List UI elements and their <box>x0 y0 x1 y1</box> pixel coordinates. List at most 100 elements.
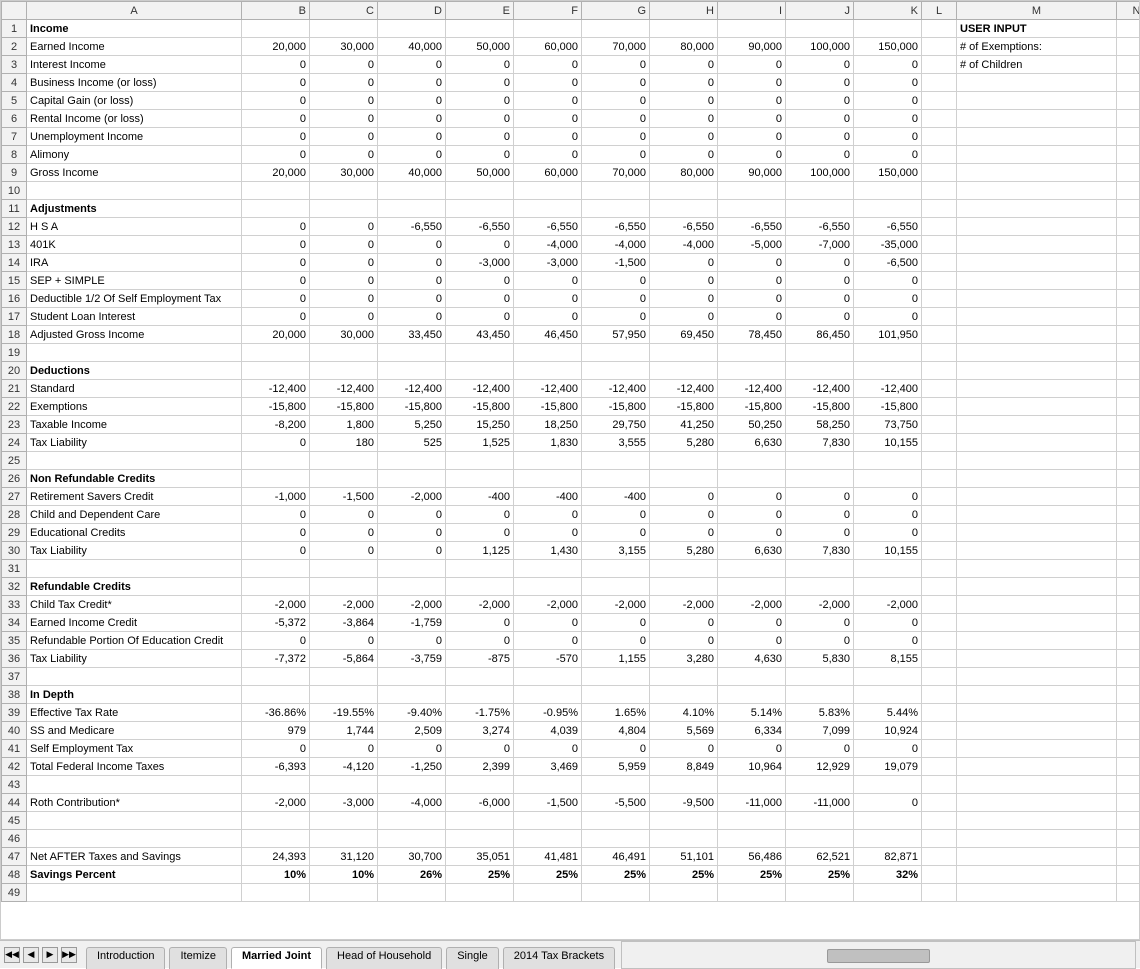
cell-34-e[interactable]: 0 <box>446 614 514 632</box>
cell-9-f[interactable]: 60,000 <box>514 164 582 182</box>
cell-9-e[interactable]: 50,000 <box>446 164 514 182</box>
cell-28-f[interactable]: 0 <box>514 506 582 524</box>
cell-23-c[interactable]: 1,800 <box>310 416 378 434</box>
cell-21-a[interactable]: Standard <box>27 380 242 398</box>
cell-25-e[interactable] <box>446 452 514 470</box>
cell-41-h[interactable]: 0 <box>650 740 718 758</box>
cell-33-j[interactable]: -2,000 <box>786 596 854 614</box>
cell-26-c[interactable] <box>310 470 378 488</box>
cell-38-h[interactable] <box>650 686 718 704</box>
cell-48-e[interactable]: 25% <box>446 866 514 884</box>
cell-29-h[interactable]: 0 <box>650 524 718 542</box>
cell-21-k[interactable]: -12,400 <box>854 380 922 398</box>
cell-21-c[interactable]: -12,400 <box>310 380 378 398</box>
cell-36-g[interactable]: 1,155 <box>582 650 650 668</box>
cell-10-e[interactable] <box>446 182 514 200</box>
cell-14-g[interactable]: -1,500 <box>582 254 650 272</box>
cell-27-b[interactable]: -1,000 <box>242 488 310 506</box>
cell-40-a[interactable]: SS and Medicare <box>27 722 242 740</box>
cell-9-b[interactable]: 20,000 <box>242 164 310 182</box>
cell-21-g[interactable]: -12,400 <box>582 380 650 398</box>
cell-19-k[interactable] <box>854 344 922 362</box>
cell-47-e[interactable]: 35,051 <box>446 848 514 866</box>
cell-19-j[interactable] <box>786 344 854 362</box>
cell-28-h[interactable]: 0 <box>650 506 718 524</box>
cell-2-f[interactable]: 60,000 <box>514 38 582 56</box>
cell-2-b[interactable]: 20,000 <box>242 38 310 56</box>
cell-30-i[interactable]: 6,630 <box>718 542 786 560</box>
cell-39-j[interactable]: 5.83% <box>786 704 854 722</box>
cell-43-e[interactable] <box>446 776 514 794</box>
cell-21-b[interactable]: -12,400 <box>242 380 310 398</box>
cell-20-g[interactable] <box>582 362 650 380</box>
cell-46-g[interactable] <box>582 830 650 848</box>
cell-6-g[interactable]: 0 <box>582 110 650 128</box>
cell-18-e[interactable]: 43,450 <box>446 326 514 344</box>
cell-3-j[interactable]: 0 <box>786 56 854 74</box>
cell-10-d[interactable] <box>378 182 446 200</box>
cell-24-k[interactable]: 10,155 <box>854 434 922 452</box>
cell-20-k[interactable] <box>854 362 922 380</box>
cell-40-d[interactable]: 2,509 <box>378 722 446 740</box>
cell-24-d[interactable]: 525 <box>378 434 446 452</box>
cell-28-j[interactable]: 0 <box>786 506 854 524</box>
cell-7-b[interactable]: 0 <box>242 128 310 146</box>
cell-4-b[interactable]: 0 <box>242 74 310 92</box>
cell-40-j[interactable]: 7,099 <box>786 722 854 740</box>
cell-40-f[interactable]: 4,039 <box>514 722 582 740</box>
cell-27-f[interactable]: -400 <box>514 488 582 506</box>
cell-6-j[interactable]: 0 <box>786 110 854 128</box>
cell-45-c[interactable] <box>310 812 378 830</box>
cell-47-f[interactable]: 41,481 <box>514 848 582 866</box>
cell-5-b[interactable]: 0 <box>242 92 310 110</box>
cell-17-a[interactable]: Student Loan Interest <box>27 308 242 326</box>
cell-39-k[interactable]: 5.44% <box>854 704 922 722</box>
cell-16-k[interactable]: 0 <box>854 290 922 308</box>
cell-29-b[interactable]: 0 <box>242 524 310 542</box>
cell-10-f[interactable] <box>514 182 582 200</box>
cell-33-f[interactable]: -2,000 <box>514 596 582 614</box>
cell-34-d[interactable]: -1,759 <box>378 614 446 632</box>
cell-22-c[interactable]: -15,800 <box>310 398 378 416</box>
cell-23-k[interactable]: 73,750 <box>854 416 922 434</box>
cell-24-a[interactable]: Tax Liability <box>27 434 242 452</box>
cell-10-k[interactable] <box>854 182 922 200</box>
cell-31-h[interactable] <box>650 560 718 578</box>
cell-10-i[interactable] <box>718 182 786 200</box>
cell-43-a[interactable] <box>27 776 242 794</box>
cell-29-d[interactable]: 0 <box>378 524 446 542</box>
cell-43-j[interactable] <box>786 776 854 794</box>
cell-16-j[interactable]: 0 <box>786 290 854 308</box>
cell-49-k[interactable] <box>854 884 922 902</box>
tab-introduction[interactable]: Introduction <box>86 947 165 969</box>
cell-47-d[interactable]: 30,700 <box>378 848 446 866</box>
cell-19-g[interactable] <box>582 344 650 362</box>
cell-29-f[interactable]: 0 <box>514 524 582 542</box>
cell-15-a[interactable]: SEP + SIMPLE <box>27 272 242 290</box>
cell-44-j[interactable]: -11,000 <box>786 794 854 812</box>
cell-17-b[interactable]: 0 <box>242 308 310 326</box>
cell-5-a[interactable]: Capital Gain (or loss) <box>27 92 242 110</box>
cell-20-a[interactable]: Deductions <box>27 362 242 380</box>
cell-4-g[interactable]: 0 <box>582 74 650 92</box>
cell-1-j[interactable] <box>786 20 854 38</box>
cell-17-k[interactable]: 0 <box>854 308 922 326</box>
cell-39-b[interactable]: -36.86% <box>242 704 310 722</box>
cell-35-h[interactable]: 0 <box>650 632 718 650</box>
cell-26-k[interactable] <box>854 470 922 488</box>
cell-40-b[interactable]: 979 <box>242 722 310 740</box>
cell-38-i[interactable] <box>718 686 786 704</box>
cell-32-a[interactable]: Refundable Credits <box>27 578 242 596</box>
cell-28-a[interactable]: Child and Dependent Care <box>27 506 242 524</box>
cell-12-b[interactable]: 0 <box>242 218 310 236</box>
cell-41-a[interactable]: Self Employment Tax <box>27 740 242 758</box>
cell-1-i[interactable] <box>718 20 786 38</box>
cell-28-i[interactable]: 0 <box>718 506 786 524</box>
cell-14-b[interactable]: 0 <box>242 254 310 272</box>
cell-47-i[interactable]: 56,486 <box>718 848 786 866</box>
cell-46-d[interactable] <box>378 830 446 848</box>
cell-37-e[interactable] <box>446 668 514 686</box>
cell-26-a[interactable]: Non Refundable Credits <box>27 470 242 488</box>
cell-34-h[interactable]: 0 <box>650 614 718 632</box>
cell-11-b[interactable] <box>242 200 310 218</box>
